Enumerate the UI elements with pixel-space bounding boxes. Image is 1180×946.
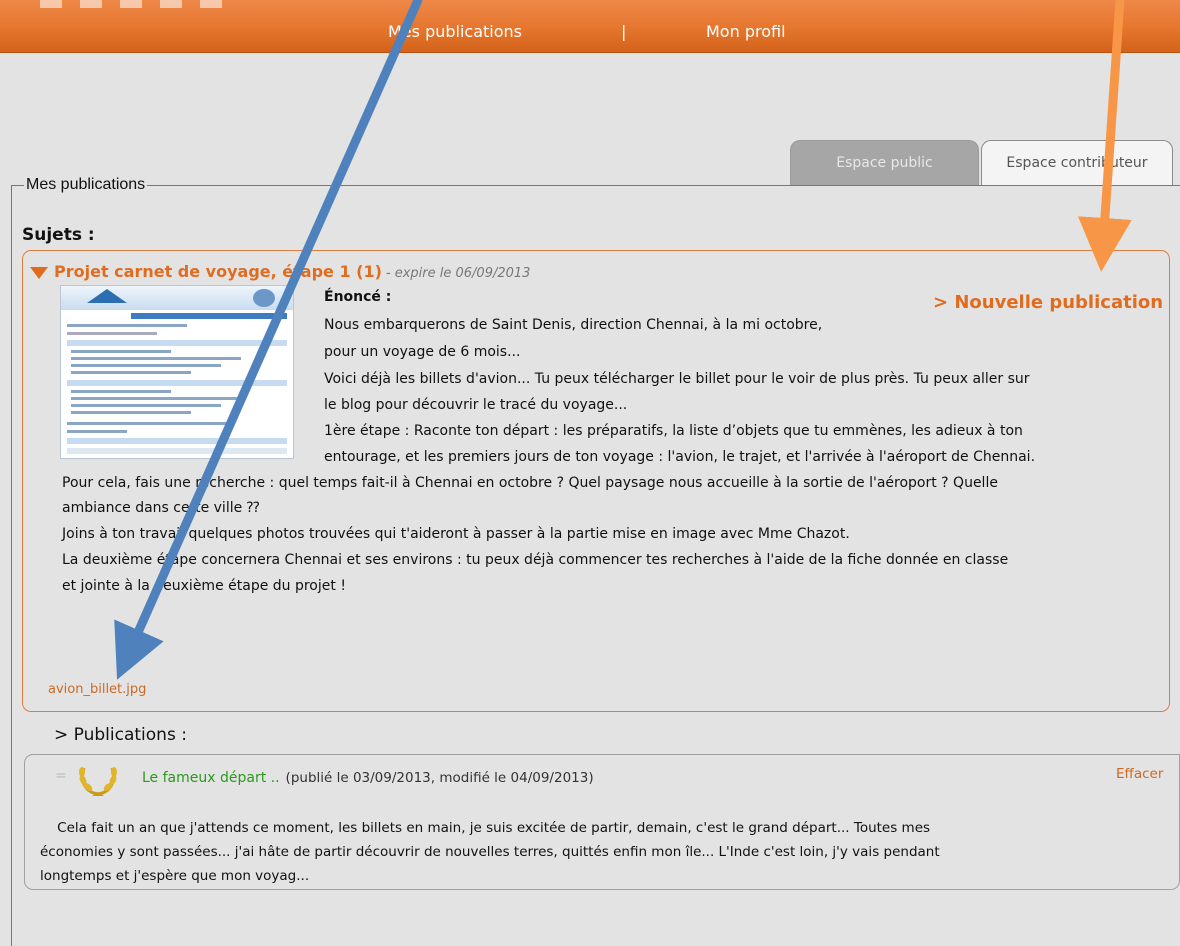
instructions-line: ambiance dans cette ville ⁇ [62,500,260,516]
publication-excerpt-line: économies y sont passées... j'ai hâte de… [40,844,940,860]
instructions-line: Nous embarquerons de Saint Denis, direct… [324,317,823,333]
subjects-heading: Sujets : [22,225,95,245]
subject-expiry: - expire le 06/09/2013 [385,266,531,281]
publication-meta: (publié le 03/09/2013, modifié le 04/09/… [285,770,594,786]
laurel-icon [79,767,117,796]
instructions-line: pour un voyage de 6 mois... [324,344,521,360]
instructions-line: le blog pour découvrir le tracé du voyag… [324,397,628,413]
subject-header: Projet carnet de voyage, étape 1 (1) - ex… [30,262,530,281]
instructions-line: La deuxième étape concernera Chennai et … [62,552,1009,568]
publication-title[interactable]: Le fameux départ .. [142,770,280,786]
instructions-line: Joins à ton travail quelques photos trou… [62,526,850,542]
publication-excerpt-line: longtemps et j'espère que mon voyag... [40,868,310,884]
instructions-line: Pour cela, fais une recherche : quel tem… [62,475,998,491]
nav-my-publications[interactable]: Mes publications [388,22,522,41]
publication-title-row: Le fameux départ .. (publié le 03/09/2013… [142,770,594,786]
nav-my-profile[interactable]: Mon profil [706,22,786,41]
nav-separator: | [621,22,627,41]
collapse-icon[interactable]: = [55,768,67,784]
instructions-line: Voici déjà les billets d'avion... Tu peu… [324,371,1030,387]
tab-public-space[interactable]: Espace public [790,140,979,185]
ticket-thumbnail-image[interactable] [60,285,294,459]
publications-heading: > Publications : [54,725,187,745]
instructions-label: Énoncé : [324,289,392,305]
fieldset-legend: Mes publications [24,176,148,194]
top-nav-bar: Mes publications | Mon profil [0,0,1180,53]
publication-excerpt-line: Cela fait un an que j'attends ce moment,… [40,820,931,836]
site-logo [40,0,230,8]
subject-title[interactable]: Projet carnet de voyage, étape 1 (1) [54,262,382,281]
tab-contributor-space[interactable]: Espace contributeur [981,140,1173,185]
instructions-line: et jointe à la deuxième étape du projet … [62,578,346,594]
collapse-triangle-icon[interactable] [30,266,48,279]
attachment-link[interactable]: avion_billet.jpg [48,682,146,697]
delete-button[interactable]: Effacer [1116,766,1163,782]
instructions-line: 1ère étape : Raconte ton départ : les pr… [324,423,1023,439]
new-publication-link[interactable]: > Nouvelle publication [933,292,1163,313]
instructions-line: entourage, et les premiers jours de ton … [324,449,1036,465]
